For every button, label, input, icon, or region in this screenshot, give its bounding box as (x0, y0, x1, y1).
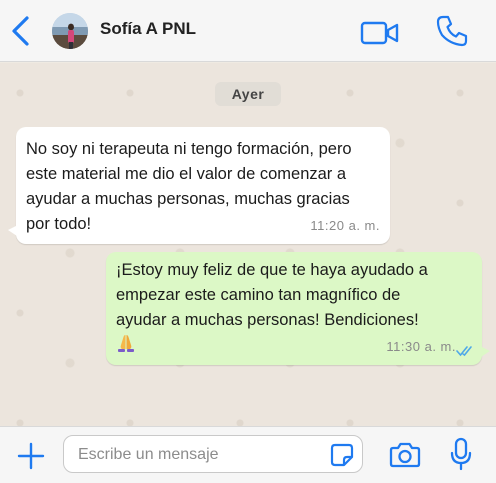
voice-call-button[interactable] (434, 13, 470, 49)
double-check-icon (456, 346, 472, 357)
message-input[interactable] (78, 442, 328, 468)
back-button[interactable] (6, 14, 36, 48)
avatar[interactable] (52, 13, 88, 49)
date-separator: Ayer (215, 82, 281, 106)
microphone-icon (450, 437, 472, 471)
camera-icon (389, 442, 421, 468)
video-camera-icon (360, 21, 399, 45)
plus-icon (17, 442, 45, 470)
microphone-button[interactable] (449, 437, 473, 471)
chevron-left-icon (12, 16, 29, 46)
chat-area[interactable] (0, 63, 496, 426)
message-input-box[interactable] (63, 435, 363, 473)
camera-button[interactable] (389, 441, 421, 469)
phone-icon (436, 15, 468, 47)
chat-header: Sofía A PNL (0, 0, 496, 62)
outgoing-message[interactable]: ¡Estoy muy feliz de que te haya ayudado … (106, 252, 490, 365)
attach-button[interactable] (16, 441, 46, 471)
message-text: ¡Estoy muy feliz de que te haya ayudado … (116, 261, 428, 329)
contact-name[interactable]: Sofía A PNL (100, 19, 196, 39)
incoming-message[interactable]: No soy ni terapeuta ni tengo formación, … (8, 127, 390, 244)
sticker-icon (330, 443, 354, 467)
sticker-button[interactable] (330, 443, 354, 467)
profile-photo (52, 13, 88, 49)
folded-hands-emoji (118, 335, 134, 352)
message-time: 11:20 a. m. (310, 218, 380, 233)
message-time: 11:30 a. m. (386, 339, 456, 354)
composer-bar (0, 426, 496, 483)
video-call-button[interactable] (360, 19, 400, 47)
